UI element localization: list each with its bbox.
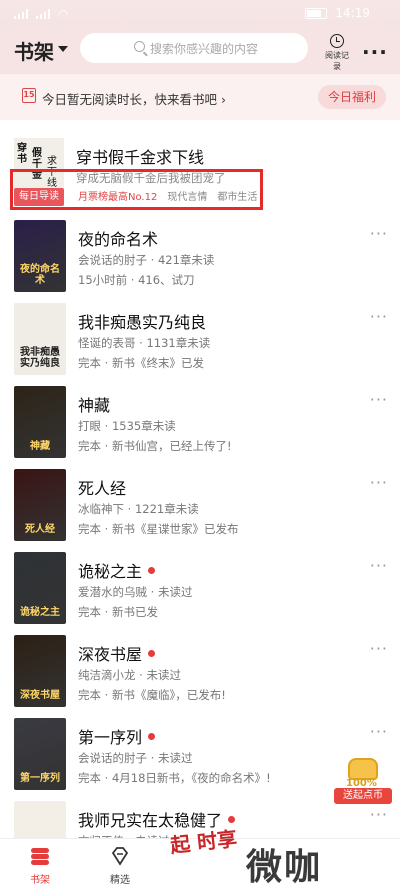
book-meta: 会说话的肘子 · 未读过 [78, 751, 193, 765]
book-cover[interactable]: 深夜书屋 [14, 635, 66, 707]
search-placeholder: 搜索你感兴趣的内容 [150, 41, 259, 56]
promo-label: 送起点币 [334, 788, 392, 804]
battery-icon [305, 7, 328, 19]
book-cover[interactable]: 诡秘之主 [14, 552, 66, 624]
app-root: ◠ 14:19 书架 搜索你感兴趣的内容 阅读记录 ··· 15 今日暂无阅读时… [0, 0, 400, 888]
more-options-icon[interactable]: ··· [370, 390, 388, 409]
book-title[interactable]: 诡秘之主 [78, 558, 156, 582]
calendar-day: 15 [23, 90, 35, 99]
cover-label: 深夜书屋 [20, 690, 60, 701]
status-bar: ◠ 14:19 [0, 0, 400, 28]
book-cover[interactable]: 第一序列 [14, 718, 66, 790]
cover-label: 死人经 [25, 524, 55, 535]
update-dot-icon [228, 815, 236, 823]
book-title-text: 死人经 [78, 479, 127, 498]
cover-label: 我非痴愚 实乃纯良 [20, 347, 60, 369]
book-meta: 纯洁滴小龙 · 未读过 [78, 668, 181, 682]
tab-featured[interactable]: 精选 [90, 845, 150, 886]
cover-label: 诡秘之主 [20, 607, 60, 618]
book-meta: 怪诞的表哥 · 1131章未读 [78, 336, 211, 350]
daily-bonus-button[interactable]: 今日福利 [318, 85, 386, 109]
search-input[interactable]: 搜索你感兴趣的内容 [80, 33, 308, 63]
book-title[interactable]: 我非痴愚实乃纯良 [78, 309, 206, 333]
book-update: 完本 · 新书已发 [78, 605, 158, 619]
search-icon [134, 41, 145, 52]
status-left: ◠ [14, 7, 68, 21]
book-row[interactable]: 诡秘之主 诡秘之主 爱潜水的乌贼 · 未读过 完本 · 新书已发 ··· [0, 552, 400, 636]
tab-bookshelf-label: 书架 [30, 875, 50, 886]
tab-featured-label: 精选 [110, 875, 130, 886]
update-dot-icon [148, 732, 156, 740]
history-button[interactable]: 阅读记录 [322, 34, 352, 72]
book-title[interactable]: 深夜书屋 [78, 641, 156, 665]
more-options-icon[interactable]: ··· [370, 224, 388, 243]
book-title[interactable]: 第一序列 [78, 724, 156, 748]
book-cover[interactable]: 死人经 [14, 469, 66, 541]
chevron-down-icon[interactable] [58, 46, 68, 52]
top-header: 书架 搜索你感兴趣的内容 阅读记录 ··· [0, 28, 400, 74]
banner-text[interactable]: 今日暂无阅读时长，快来看书吧 › [42, 89, 226, 108]
book-row[interactable]: 深夜书屋 深夜书屋 纯洁滴小龙 · 未读过 完本 · 新书《魔临》，已发布! ··· [0, 635, 400, 719]
cover-label: 神藏 [30, 441, 50, 452]
book-title-text: 神藏 [78, 396, 111, 415]
book-row[interactable]: 我非痴愚 实乃纯良 我非痴愚实乃纯良怪诞的表哥 · 1131章未读 完本 · 新书《… [0, 303, 400, 387]
book-update: 完本 · 新书《魔临》，已发布! [78, 688, 226, 702]
update-dot-icon [148, 649, 156, 657]
history-label: 阅读记录 [325, 51, 349, 71]
book-update: 15小时前 · 416、试刀 [78, 273, 195, 287]
wifi-icon: ◠ [58, 7, 69, 21]
book-title[interactable]: 神藏 [78, 392, 110, 416]
book-title[interactable]: 死人经 [78, 475, 126, 499]
book-cover[interactable]: 夜的命名术 [14, 220, 66, 292]
tab-bookshelf[interactable]: 书架 [10, 845, 70, 886]
cover-label: 第一序列 [20, 773, 60, 784]
book-update: 完本 · 新书《星谍世家》已发布 [78, 522, 239, 536]
book-row[interactable]: 神藏 神藏 打眼 · 1535章未读 完本 · 新书仙宫，已经上传了! ··· [0, 386, 400, 470]
bookshelf-icon [31, 848, 49, 865]
book-meta: 冰临神下 · 1221章未读 [78, 502, 199, 516]
promo-widget[interactable]: 100% 送起点币 [334, 756, 392, 808]
more-options-icon[interactable]: ··· [370, 556, 388, 575]
book-cover[interactable]: 神藏 [14, 386, 66, 458]
cover-label: 夜的命名术 [20, 264, 60, 286]
more-options-icon[interactable]: ··· [370, 473, 388, 492]
watermark-logo: 微咖 [246, 847, 323, 888]
update-dot-icon [148, 566, 156, 574]
calendar-icon: 15 [22, 88, 36, 103]
book-update: 完本 · 新书《终末》已发 [78, 356, 204, 370]
book-title-text: 我非痴愚实乃纯良 [78, 313, 207, 332]
book-title[interactable]: 夜的命名术 [78, 226, 158, 250]
book-update: 完本 · 新书仙宫，已经上传了! [78, 439, 232, 453]
signal-icon [14, 9, 30, 19]
book-row[interactable]: 死人经 死人经 冰临神下 · 1221章未读 完本 · 新书《星谍世家》已发布 ··· [0, 469, 400, 553]
featured-title[interactable]: 穿书假千金求下线 [76, 144, 204, 168]
signal-icon-2 [36, 9, 52, 19]
reading-banner[interactable]: 15 今日暂无阅读时长，快来看书吧 › 今日福利 [0, 74, 400, 120]
book-title-text: 第一序列 [78, 728, 143, 747]
status-time: 14:19 [335, 6, 370, 20]
more-options-icon[interactable]: ··· [370, 722, 388, 741]
book-row[interactable]: 夜的命名术 夜的命名术 会说话的肘子 · 421章未读 15小时前 · 416、试刀 ·… [0, 220, 400, 304]
clock-icon [330, 34, 344, 48]
cover-text-1: 穿书 [17, 143, 27, 165]
more-menu-icon[interactable]: ··· [362, 40, 388, 64]
more-options-icon[interactable]: ··· [370, 639, 388, 658]
book-meta: 打眼 · 1535章未读 [78, 419, 176, 433]
diamond-icon [111, 847, 129, 866]
book-update: 完本 · 4月18日新书，《夜的命名术》! [78, 771, 271, 785]
annotation-highlight-box [10, 169, 263, 210]
book-cover[interactable]: 我非痴愚 实乃纯良 [14, 303, 66, 375]
page-title[interactable]: 书架 [14, 36, 54, 65]
book-meta: 爱潜水的乌贼 · 未读过 [78, 585, 193, 599]
book-title-text: 深夜书屋 [78, 645, 143, 664]
book-title-text: 诡秘之主 [78, 562, 143, 581]
book-title-text: 夜的命名术 [78, 230, 159, 249]
book-meta: 会说话的肘子 · 421章未读 [78, 253, 215, 267]
more-options-icon[interactable]: ··· [370, 307, 388, 326]
treasure-icon [348, 758, 378, 780]
status-right: 14:19 [305, 6, 370, 20]
